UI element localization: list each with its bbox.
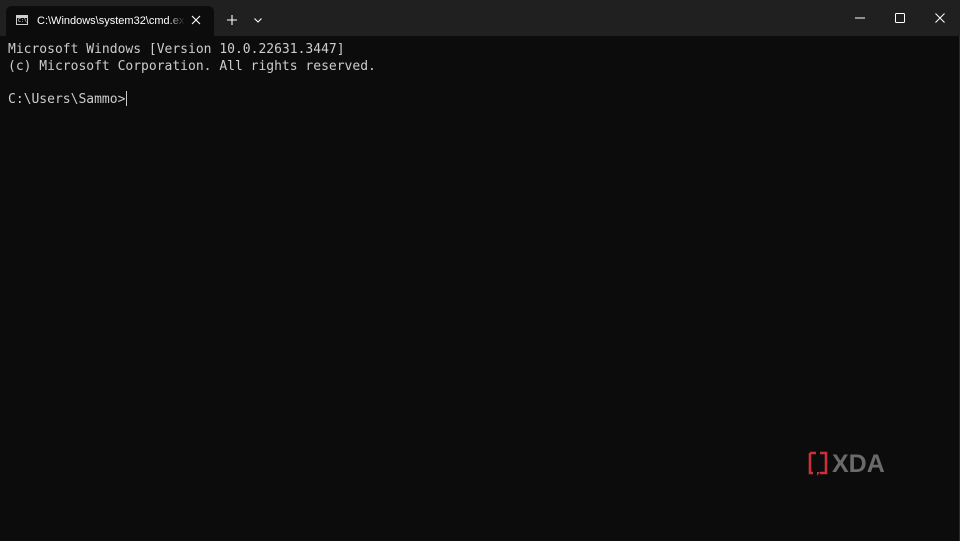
terminal-window: C:\ C:\Windows\system32\cmd.exe Microsof…	[0, 0, 960, 541]
xda-logo: XDA	[808, 450, 885, 476]
xda-logo-text: XDA	[832, 450, 885, 476]
maximize-icon	[895, 13, 905, 23]
minimize-button[interactable]	[840, 0, 880, 36]
prompt-path: C:\Users\Sammo>	[8, 92, 126, 107]
chevron-down-icon	[254, 18, 262, 23]
new-tab-button[interactable]	[222, 10, 242, 30]
tab-title: C:\Windows\system32\cmd.exe	[37, 15, 185, 27]
maximize-button[interactable]	[880, 0, 920, 36]
xda-logo-bracket-icon	[808, 451, 828, 475]
terminal-line-copyright: (c) Microsoft Corporation. All rights re…	[8, 59, 376, 74]
cmd-prompt-icon-glyph: C:\	[18, 18, 28, 24]
title-bar[interactable]: C:\ C:\Windows\system32\cmd.exe	[0, 0, 960, 36]
terminal-line-version: Microsoft Windows [Version 10.0.22631.34…	[8, 42, 345, 57]
close-icon	[191, 15, 201, 25]
tab-cmd[interactable]: C:\ C:\Windows\system32\cmd.exe	[6, 6, 214, 36]
cmd-prompt-icon: C:\	[16, 15, 28, 25]
minimize-icon	[855, 17, 865, 19]
command-prompt[interactable]: C:\Users\Sammo>	[8, 91, 128, 108]
tab-dropdown-button[interactable]	[250, 10, 266, 30]
tab-close-button[interactable]	[188, 12, 204, 28]
close-icon	[935, 13, 945, 23]
text-cursor	[126, 91, 128, 106]
close-button[interactable]	[920, 0, 960, 36]
plus-icon	[227, 15, 237, 25]
